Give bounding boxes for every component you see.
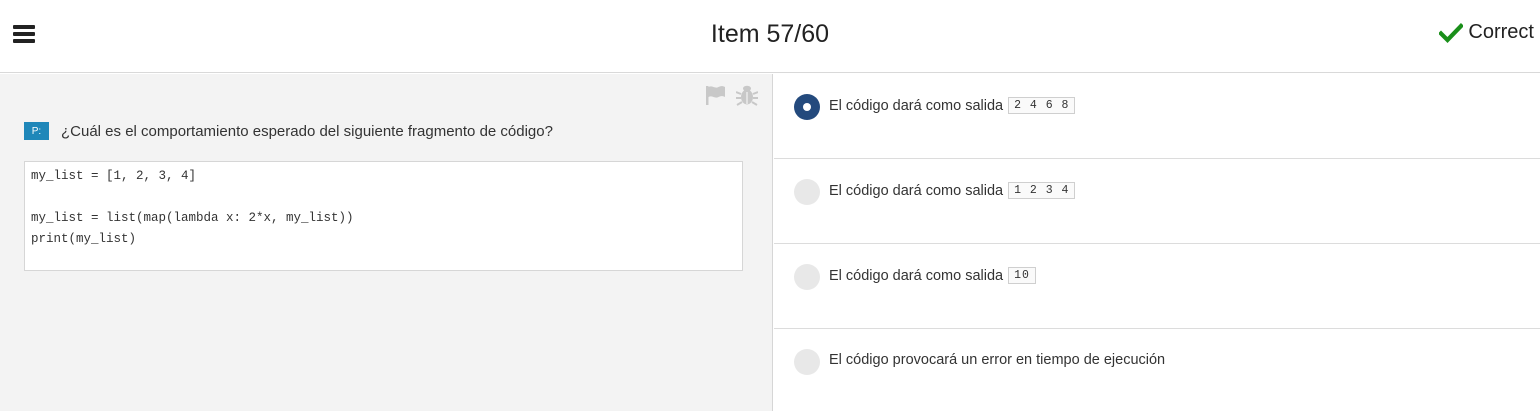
bug-icon[interactable] bbox=[736, 84, 758, 106]
option-radio-1[interactable] bbox=[794, 94, 820, 120]
answer-option-3[interactable]: El código dará como salida 10 bbox=[774, 244, 1540, 329]
option-label: El código dará como salida bbox=[829, 97, 1004, 114]
option-label: El código dará como salida bbox=[829, 267, 1004, 284]
option-radio-2[interactable] bbox=[794, 179, 820, 205]
option-code: 10 bbox=[1008, 267, 1036, 284]
option-code: 2 4 6 8 bbox=[1008, 97, 1076, 114]
question-tools bbox=[704, 84, 758, 106]
top-bar: Item 57/60 Correct bbox=[0, 0, 1540, 73]
answer-status: Correct bbox=[1439, 21, 1534, 44]
option-radio-4[interactable] bbox=[794, 349, 820, 375]
checkmark-icon bbox=[1439, 22, 1464, 43]
flag-icon[interactable] bbox=[704, 84, 726, 106]
option-radio-3[interactable] bbox=[794, 264, 820, 290]
code-snippet: my_list = [1, 2, 3, 4] my_list = list(ma… bbox=[24, 161, 743, 271]
option-label: El código dará como salida bbox=[829, 182, 1004, 199]
option-code: 1 2 3 4 bbox=[1008, 182, 1076, 199]
answer-option-4[interactable]: El código provocará un error en tiempo d… bbox=[774, 329, 1540, 411]
question-text: ¿Cuál es el comportamiento esperado del … bbox=[61, 122, 553, 140]
question-badge: P: bbox=[24, 122, 49, 140]
code-line: print(my_list) bbox=[31, 232, 137, 246]
option-label: El código provocará un error en tiempo d… bbox=[829, 352, 1166, 368]
question-panel: P: ¿Cuál es el comportamiento esperado d… bbox=[0, 74, 773, 411]
question-row: P: ¿Cuál es el comportamiento esperado d… bbox=[24, 122, 553, 140]
item-counter-title: Item 57/60 bbox=[710, 20, 830, 48]
status-label: Correct bbox=[1468, 21, 1534, 43]
code-line: my_list = [1, 2, 3, 4] bbox=[31, 169, 197, 183]
answer-option-2[interactable]: El código dará como salida 1 2 3 4 bbox=[774, 159, 1540, 244]
code-line: my_list = list(map(lambda x: 2*x, my_lis… bbox=[31, 211, 354, 225]
answer-options-panel: El código dará como salida 2 4 6 8 El có… bbox=[774, 74, 1540, 411]
answer-option-1[interactable]: El código dará como salida 2 4 6 8 bbox=[774, 74, 1540, 159]
